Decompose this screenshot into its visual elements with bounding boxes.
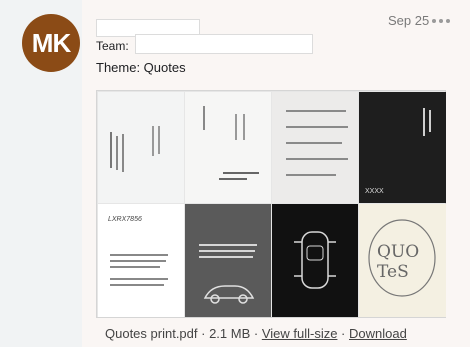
preview-page-4-label: XXXX	[365, 188, 384, 195]
more-options-icon[interactable]	[432, 19, 450, 23]
preview-page-8-text: QUOTeS	[377, 242, 420, 282]
preview-page-2	[185, 92, 271, 203]
preview-page-5: LXRX7856	[98, 204, 184, 317]
download-link[interactable]: Download	[349, 326, 407, 341]
avatar[interactable]: MK	[22, 14, 80, 72]
preview-page-4: XXXX	[359, 92, 446, 203]
car-illustration-icon	[203, 285, 255, 304]
attachment-filename: Quotes print.pdf	[105, 326, 198, 341]
message-date: Sep 25	[388, 13, 430, 28]
redacted-team-name	[135, 34, 313, 54]
preview-page-8: QUOTeS	[359, 204, 446, 317]
preview-page-6	[185, 204, 271, 317]
preview-page-5-title: LXRX7856	[108, 216, 142, 223]
attachment-caption: Quotes print.pdf · 2.1 MB · View full-si…	[105, 326, 407, 341]
preview-page-7	[272, 204, 358, 317]
separator: ·	[197, 326, 210, 341]
preview-page-3	[272, 92, 358, 203]
attachment-size: 2.1 MB	[209, 326, 251, 341]
attachment-preview[interactable]: XXXX LXRX7856 QUOTeS	[96, 90, 446, 318]
separator: ·	[337, 326, 349, 341]
preview-page-1	[98, 92, 184, 203]
separator: ·	[250, 326, 262, 341]
theme-label: Theme: Quotes	[96, 60, 186, 75]
car-topview-icon	[294, 231, 336, 289]
team-label: Team:	[96, 39, 129, 53]
avatar-initials: MK	[31, 27, 71, 58]
view-full-size-link[interactable]: View full-size	[262, 326, 338, 341]
